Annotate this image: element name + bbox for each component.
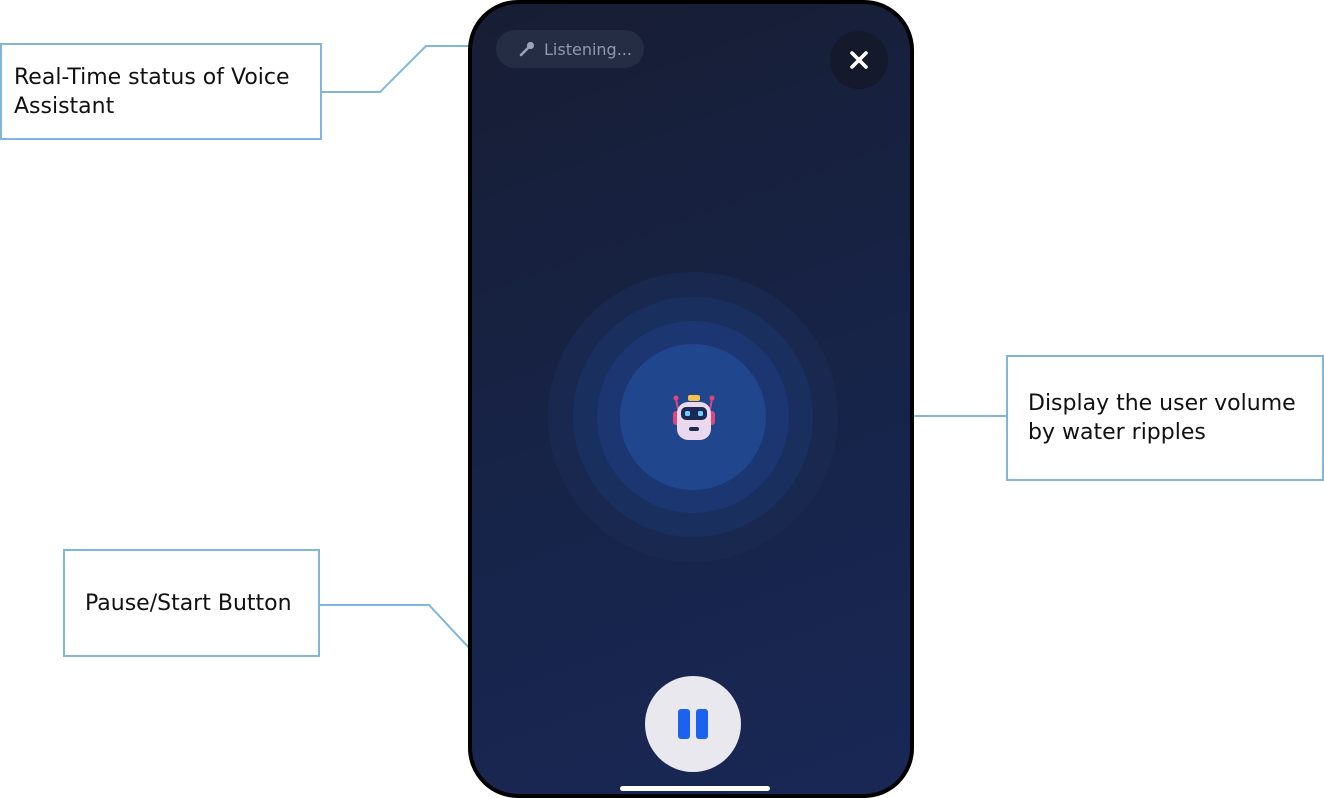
pause-bar-left	[678, 709, 690, 739]
pause-icon	[678, 709, 708, 739]
pause-bar-right	[696, 709, 708, 739]
annotation-ripples-text: Display the user volume by water ripples	[1028, 391, 1296, 445]
annotation-status: Real-Time status of Voice Assistant	[0, 43, 322, 140]
annotation-status-text: Real-Time status of Voice Assistant	[14, 64, 290, 119]
annotation-pause-text: Pause/Start Button	[85, 590, 292, 616]
phone-frame: Listening...	[468, 0, 914, 798]
robot-icon	[673, 395, 715, 440]
pause-start-button[interactable]	[645, 676, 741, 772]
home-indicator	[620, 786, 770, 791]
annotation-pause: Pause/Start Button	[63, 549, 320, 657]
annotation-ripples: Display the user volume by water ripples	[1006, 355, 1324, 481]
